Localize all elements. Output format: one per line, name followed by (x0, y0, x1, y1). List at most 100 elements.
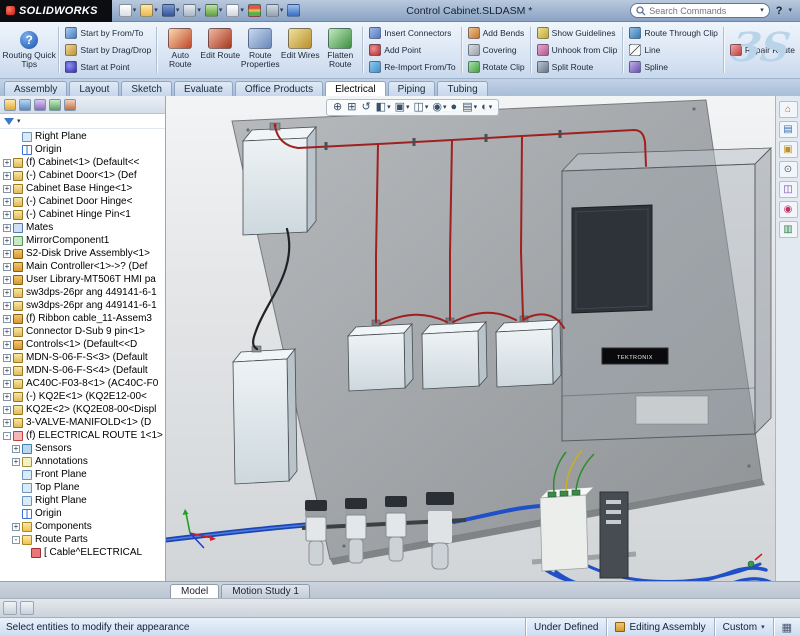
tree-item[interactable]: Annotations (0, 455, 165, 468)
ribbon-button[interactable]: Insert Connectors (366, 25, 458, 41)
ribbon-button[interactable]: Re-Import From/To (366, 59, 458, 75)
commandmanager-tab[interactable]: Evaluate (174, 81, 233, 96)
instrument-device[interactable]: TEKTRONIX (602, 348, 668, 364)
dropdown-chevron-icon[interactable]: ▾ (133, 7, 137, 14)
dimxpertmanager-icon[interactable] (49, 99, 61, 111)
help-icon[interactable]: ? (776, 5, 783, 17)
custom-properties-icon[interactable]: ▥ (779, 221, 798, 238)
ribbon-button[interactable]: Repair Route (727, 42, 798, 58)
component-box-middle-3[interactable] (496, 316, 561, 387)
titlebar-tool[interactable]: ▾ (161, 3, 181, 18)
tree-item[interactable]: Connector D-Sub 9 pin<1> (0, 325, 165, 338)
tree-expander[interactable] (3, 315, 11, 323)
tree-item[interactable]: MirrorComponent1 (0, 234, 165, 247)
tree-expander[interactable] (3, 302, 11, 310)
tree-item[interactable]: (f) ELECTRICAL ROUTE 1<1> (0, 429, 165, 442)
dock-toolbar-icon[interactable] (20, 601, 34, 615)
appearances-icon[interactable]: ◉ (779, 201, 798, 218)
tree-item[interactable]: Mates (0, 221, 165, 234)
hud-icon[interactable]: ◐ ▾ (481, 101, 492, 114)
ribbon-button[interactable]: Route Through Clip (626, 25, 721, 41)
tree-item[interactable]: sw3dps-26pr ang 449141-6-1 (0, 286, 165, 299)
hud-icon[interactable]: ◉ ▾ (432, 101, 446, 114)
ribbon-big-button[interactable]: Auto Route (160, 24, 200, 76)
titlebar-tool[interactable]: ▾ (118, 3, 138, 18)
model-tab[interactable]: Model (170, 584, 219, 598)
commandmanager-tab[interactable]: Tubing (437, 81, 487, 96)
dropdown-chevron-icon[interactable]: ▾ (387, 104, 391, 111)
commandmanager-tab[interactable]: Electrical (325, 81, 386, 96)
tree-item[interactable]: Cabinet Base Hinge<1> (0, 182, 165, 195)
tree-expander[interactable] (3, 406, 11, 414)
dropdown-chevron-icon[interactable]: ▾ (219, 7, 223, 14)
dock-toolbar-icon[interactable] (3, 601, 17, 615)
tree-item[interactable]: S2-Disk Drive Assembly<1> (0, 247, 165, 260)
tree-expander[interactable] (3, 159, 11, 167)
dropdown-chevron-icon[interactable]: ▾ (474, 104, 478, 111)
ribbon-big-button[interactable]: Edit Route (200, 24, 240, 76)
model-tab[interactable]: Motion Study 1 (221, 584, 310, 598)
tree-item[interactable]: Controls<1> (Default<<D (0, 338, 165, 351)
enclosure-cabinet[interactable]: TEKTRONIX (562, 148, 771, 441)
ribbon-button[interactable]: Add Bends (465, 25, 528, 41)
tree-item[interactable]: 3-VALVE-MANIFOLD<1> (D (0, 416, 165, 429)
ribbon-button[interactable]: Start by Drag/Drop (62, 42, 154, 58)
commandmanager-tab[interactable]: Sketch (121, 81, 172, 96)
ribbon-big-button[interactable]: Edit Wires (280, 24, 320, 76)
regulator-unit[interactable] (426, 492, 454, 569)
blue-tubing[interactable] (166, 506, 772, 581)
ribbon-big-button[interactable]: Flatten Route (320, 24, 360, 76)
search-chevron-icon[interactable]: ▾ (760, 7, 764, 14)
tree-item[interactable]: AC40C-F03-8<1> (AC40C-F0 (0, 377, 165, 390)
tree-item[interactable]: (f) Cabinet<1> (Default<< (0, 156, 165, 169)
view-palette-icon[interactable]: ◫ (779, 181, 798, 198)
ribbon-big-button[interactable]: Route Properties (240, 24, 280, 76)
tree-item[interactable]: (f) Ribbon cable_11-Assem3 (0, 312, 165, 325)
tree-item[interactable]: MDN-S-06-F-S<3> (Default (0, 351, 165, 364)
hud-icon[interactable]: ◧ ▾ (376, 101, 391, 114)
tree-expander[interactable] (3, 380, 11, 388)
ribbon-button[interactable]: Line (626, 42, 721, 58)
tree-expander[interactable] (3, 289, 11, 297)
design-library-icon[interactable]: ▤ (779, 121, 798, 138)
dropdown-chevron-icon[interactable]: ▾ (176, 7, 180, 14)
titlebar-tool[interactable] (286, 3, 302, 18)
tree-expander[interactable] (3, 276, 11, 284)
dropdown-chevron-icon[interactable]: ▾ (240, 7, 244, 14)
tree-item[interactable]: (-) Cabinet Door<1> (Def (0, 169, 165, 182)
hud-icon[interactable]: ▣ ▾ (395, 101, 410, 114)
ribbon-button[interactable]: Rotate Clip (465, 59, 528, 75)
tree-expander[interactable] (3, 211, 11, 219)
hud-icon[interactable]: ◫ ▾ (414, 101, 429, 114)
din-terminal-module[interactable] (600, 492, 628, 578)
ribbon-button[interactable]: Show Guidelines (534, 25, 621, 41)
titlebar-tool[interactable]: ▾ (225, 3, 245, 18)
dropdown-chevron-icon[interactable]: ▾ (489, 104, 493, 111)
tree-expander[interactable] (3, 263, 11, 271)
ribbon-button[interactable]: Covering (465, 42, 528, 58)
tree-expander[interactable] (3, 419, 11, 427)
dropdown-chevron-icon[interactable]: ▾ (197, 7, 201, 14)
file-explorer-icon[interactable]: ▣ (779, 141, 798, 158)
filter-icon[interactable] (4, 118, 14, 125)
tree-expander[interactable] (3, 367, 11, 375)
titlebar-tool[interactable]: ▾ (265, 3, 285, 18)
component-box-middle-2[interactable] (422, 318, 487, 389)
tree-item[interactable]: Route Parts (0, 533, 165, 546)
tree-item[interactable]: [ Cable^ELECTRICAL (0, 546, 165, 559)
tree-expander[interactable] (3, 393, 11, 401)
tree-expander[interactable] (12, 458, 20, 466)
filter-chevron-icon[interactable]: ▾ (17, 118, 21, 125)
configuration-selector[interactable]: Custom ▾ (714, 618, 773, 636)
tree-expander[interactable] (3, 354, 11, 362)
configurationmanager-icon[interactable] (34, 99, 46, 111)
tree-item[interactable]: MDN-S-06-F-S<4> (Default (0, 364, 165, 377)
dropdown-chevron-icon[interactable]: ▾ (280, 7, 284, 14)
graphics-area[interactable]: ⊕ ⊞ ↺ ◧ ▾ (166, 96, 775, 581)
tree-item[interactable]: User Library-MT506T HMI pa (0, 273, 165, 286)
tree-item[interactable]: KQ2E<2> (KQ2E08-00<Displ (0, 403, 165, 416)
tree-item[interactable]: Components (0, 520, 165, 533)
displaymanager-icon[interactable] (64, 99, 76, 111)
propertymanager-icon[interactable] (19, 99, 31, 111)
hud-icon[interactable]: ▤ ▾ (462, 101, 477, 114)
